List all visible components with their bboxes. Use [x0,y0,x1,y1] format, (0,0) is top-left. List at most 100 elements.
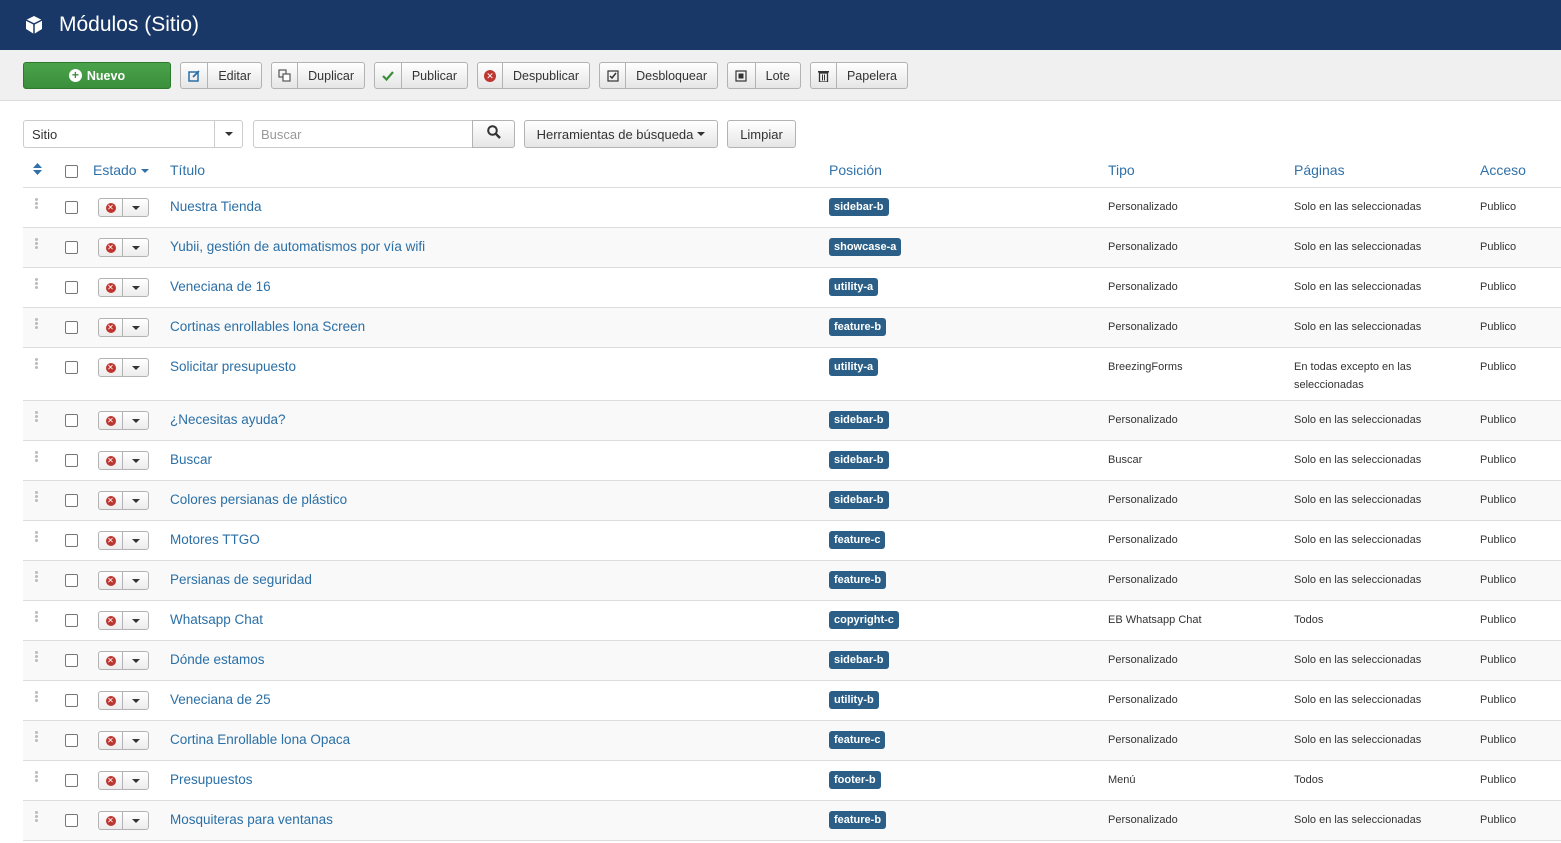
module-title-link[interactable]: Persianas de seguridad [170,572,312,587]
drag-handle-icon[interactable] [35,318,39,330]
drag-handle-icon[interactable] [35,691,39,703]
status-dropdown-caret-icon[interactable] [123,572,148,589]
drag-handle-icon[interactable] [35,451,39,463]
status-dropdown-caret-icon[interactable] [123,492,148,509]
unpublished-icon[interactable]: ✕ [99,319,123,336]
column-position[interactable]: Posición [829,162,882,178]
status-dropdown-caret-icon[interactable] [123,772,148,789]
module-title-link[interactable]: Motores TTGO [170,532,260,547]
unpublished-icon[interactable]: ✕ [99,812,123,829]
module-title-link[interactable]: Veneciana de 25 [170,692,271,707]
row-checkbox[interactable] [65,574,78,587]
row-checkbox[interactable] [65,281,78,294]
new-button[interactable]: + Nuevo [23,62,171,89]
unpublished-icon[interactable]: ✕ [99,652,123,669]
row-checkbox[interactable] [65,494,78,507]
column-type[interactable]: Tipo [1108,162,1135,178]
status-toggle[interactable]: ✕ [98,611,149,630]
drag-handle-icon[interactable] [35,198,39,210]
row-checkbox[interactable] [65,241,78,254]
drag-handle-icon[interactable] [35,491,39,503]
search-button[interactable] [472,120,515,148]
status-dropdown-caret-icon[interactable] [123,359,148,376]
sort-ordering-icon[interactable] [33,162,42,178]
edit-button[interactable]: Editar [180,62,262,89]
drag-handle-icon[interactable] [35,651,39,663]
status-toggle[interactable]: ✕ [98,651,149,670]
status-toggle[interactable]: ✕ [98,531,149,550]
status-toggle[interactable]: ✕ [98,571,149,590]
row-checkbox[interactable] [65,614,78,627]
drag-handle-icon[interactable] [35,731,39,743]
module-title-link[interactable]: Yubii, gestión de automatismos por vía w… [170,239,425,254]
status-dropdown-caret-icon[interactable] [123,279,148,296]
module-title-link[interactable]: Buscar [170,452,212,467]
status-dropdown-caret-icon[interactable] [123,612,148,629]
status-dropdown-caret-icon[interactable] [123,532,148,549]
status-dropdown-caret-icon[interactable] [123,812,148,829]
batch-button[interactable]: Lote [727,62,801,89]
row-checkbox[interactable] [65,654,78,667]
unpublished-icon[interactable]: ✕ [99,572,123,589]
row-checkbox[interactable] [65,734,78,747]
status-toggle[interactable]: ✕ [98,278,149,297]
status-toggle[interactable]: ✕ [98,731,149,750]
unpublished-icon[interactable]: ✕ [99,612,123,629]
module-title-link[interactable]: Presupuestos [170,772,253,787]
search-tools-button[interactable]: Herramientas de búsqueda [524,120,718,148]
status-toggle[interactable]: ✕ [98,771,149,790]
unpublished-icon[interactable]: ✕ [99,772,123,789]
unpublished-icon[interactable]: ✕ [99,239,123,256]
drag-handle-icon[interactable] [35,238,39,250]
column-status[interactable]: Estado [93,162,149,178]
status-toggle[interactable]: ✕ [98,318,149,337]
drag-handle-icon[interactable] [35,531,39,543]
clear-button[interactable]: Limpiar [727,120,796,148]
row-checkbox[interactable] [65,534,78,547]
unpublished-icon[interactable]: ✕ [99,452,123,469]
unpublished-icon[interactable]: ✕ [99,199,123,216]
row-checkbox[interactable] [65,361,78,374]
status-dropdown-caret-icon[interactable] [123,319,148,336]
drag-handle-icon[interactable] [35,411,39,423]
client-select[interactable]: Sitio [23,120,243,148]
unlock-button[interactable]: Desbloquear [599,62,718,89]
row-checkbox[interactable] [65,321,78,334]
column-access[interactable]: Acceso [1480,162,1526,178]
module-title-link[interactable]: Mosquiteras para ventanas [170,812,333,827]
status-dropdown-caret-icon[interactable] [123,452,148,469]
status-toggle[interactable]: ✕ [98,411,149,430]
drag-handle-icon[interactable] [35,811,39,823]
status-dropdown-caret-icon[interactable] [123,239,148,256]
module-title-link[interactable]: Veneciana de 16 [170,279,271,294]
unpublished-icon[interactable]: ✕ [99,359,123,376]
column-title[interactable]: Título [170,162,205,178]
row-checkbox[interactable] [65,414,78,427]
row-checkbox[interactable] [65,201,78,214]
module-title-link[interactable]: Cortina Enrollable lona Opaca [170,732,350,747]
duplicate-button[interactable]: Duplicar [271,62,365,89]
status-toggle[interactable]: ✕ [98,491,149,510]
module-title-link[interactable]: Colores persianas de plástico [170,492,347,507]
row-checkbox[interactable] [65,454,78,467]
status-toggle[interactable]: ✕ [98,811,149,830]
module-title-link[interactable]: ¿Necesitas ayuda? [170,412,286,427]
drag-handle-icon[interactable] [35,358,39,370]
module-title-link[interactable]: Nuestra Tienda [170,199,262,214]
unpublished-icon[interactable]: ✕ [99,492,123,509]
search-input[interactable] [253,120,473,148]
column-pages[interactable]: Páginas [1294,162,1345,178]
status-dropdown-caret-icon[interactable] [123,732,148,749]
status-toggle[interactable]: ✕ [98,198,149,217]
status-toggle[interactable]: ✕ [98,238,149,257]
select-all-checkbox[interactable] [65,165,78,178]
drag-handle-icon[interactable] [35,771,39,783]
status-dropdown-caret-icon[interactable] [123,199,148,216]
row-checkbox[interactable] [65,774,78,787]
unpublished-icon[interactable]: ✕ [99,692,123,709]
drag-handle-icon[interactable] [35,611,39,623]
publish-button[interactable]: Publicar [374,62,468,89]
unpublished-icon[interactable]: ✕ [99,412,123,429]
unpublished-icon[interactable]: ✕ [99,732,123,749]
status-toggle[interactable]: ✕ [98,691,149,710]
